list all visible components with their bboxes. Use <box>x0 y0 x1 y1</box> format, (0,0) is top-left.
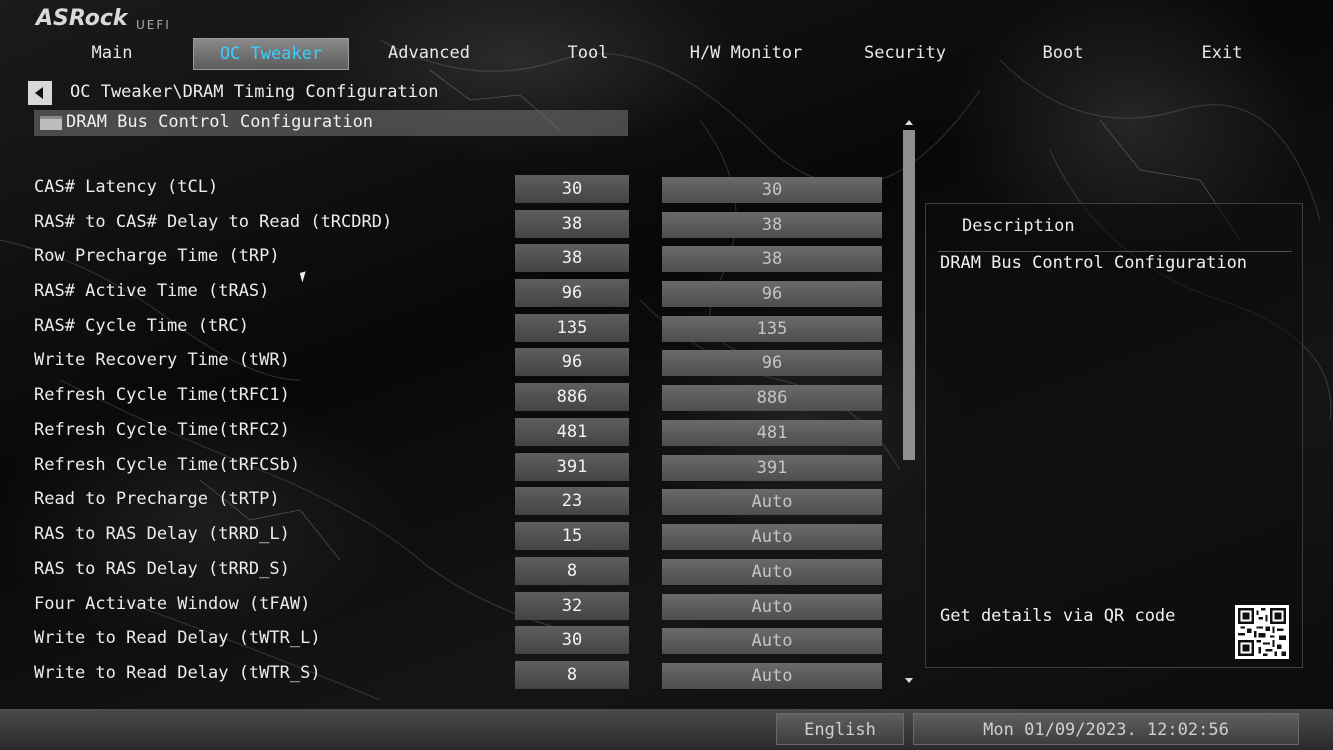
row-label: Write Recovery Time (tWR) <box>34 350 290 370</box>
row-value-field[interactable]: 96 <box>515 279 629 307</box>
table-row: Write to Read Delay (tWTR_L) 30 Auto <box>34 626 884 654</box>
scroll-down-arrow-icon[interactable] <box>902 676 916 686</box>
row-label: RAS to RAS Delay (tRRD_L) <box>34 524 290 544</box>
table-row: Read to Precharge (tRTP) 23 Auto <box>34 487 884 515</box>
table-row: Refresh Cycle Time(tRFCSb) 391 391 <box>34 453 884 481</box>
tab-boot[interactable]: Boot <box>985 38 1141 70</box>
row-label: Write to Read Delay (tWTR_S) <box>34 663 321 683</box>
row-value-field[interactable]: 96 <box>515 348 629 376</box>
row-value-field[interactable]: 30 <box>515 626 629 654</box>
row-default-value: 38 <box>662 246 882 272</box>
table-row: RAS to RAS Delay (tRRD_S) 8 Auto <box>34 557 884 585</box>
row-label: Four Activate Window (tFAW) <box>34 594 311 614</box>
table-row: RAS# Active Time (tRAS) 96 96 <box>34 279 884 307</box>
table-row: Refresh Cycle Time(tRFC2) 481 481 <box>34 418 884 446</box>
row-value-field[interactable]: 481 <box>515 418 629 446</box>
tab-main[interactable]: Main <box>34 38 190 70</box>
row-label: RAS# Active Time (tRAS) <box>34 281 270 301</box>
row-default-value: Auto <box>662 524 882 550</box>
row-default-value: 391 <box>662 455 882 481</box>
row-default-value: 30 <box>662 177 882 203</box>
row-label: CAS# Latency (tCL) <box>34 177 219 197</box>
table-row: RAS to RAS Delay (tRRD_L) 15 Auto <box>34 522 884 550</box>
breadcrumb: OC Tweaker\DRAM Timing Configuration <box>70 82 439 102</box>
tab-hw-monitor[interactable]: H/W Monitor <box>668 38 824 70</box>
description-divider <box>938 251 1292 252</box>
tab-exit[interactable]: Exit <box>1144 38 1300 70</box>
row-value-field[interactable]: 8 <box>515 557 629 585</box>
row-default-value: 96 <box>662 350 882 376</box>
row-default-value: Auto <box>662 489 882 515</box>
row-value-field[interactable]: 886 <box>515 383 629 411</box>
scroll-up-arrow-icon[interactable] <box>902 118 916 128</box>
back-arrow-button[interactable] <box>28 81 52 105</box>
status-bar: English Mon 01/09/2023. 12:02:56 <box>0 709 1333 750</box>
folder-icon <box>40 116 62 130</box>
row-label: Refresh Cycle Time(tRFCSb) <box>34 455 301 475</box>
row-value-field[interactable]: 391 <box>515 453 629 481</box>
row-default-value: 135 <box>662 316 882 342</box>
tab-advanced[interactable]: Advanced <box>351 38 507 70</box>
row-default-value: 481 <box>662 420 882 446</box>
table-row: CAS# Latency (tCL) 30 30 <box>34 175 884 203</box>
section-label: DRAM Bus Control Configuration <box>66 112 374 132</box>
row-label: Write to Read Delay (tWTR_L) <box>34 628 321 648</box>
row-label: RAS to RAS Delay (tRRD_S) <box>34 559 290 579</box>
row-value-field[interactable]: 15 <box>515 522 629 550</box>
row-value-field[interactable]: 38 <box>515 244 629 272</box>
row-default-value: 96 <box>662 281 882 307</box>
row-default-value: Auto <box>662 559 882 585</box>
row-label: Refresh Cycle Time(tRFC1) <box>34 385 290 405</box>
row-label: RAS# Cycle Time (tRC) <box>34 316 249 336</box>
row-value-field[interactable]: 23 <box>515 487 629 515</box>
table-row: Write to Read Delay (tWTR_S) 8 Auto <box>34 661 884 689</box>
datetime-display: Mon 01/09/2023. 12:02:56 <box>913 713 1299 745</box>
row-value-field[interactable]: 38 <box>515 210 629 238</box>
row-default-value: Auto <box>662 628 882 654</box>
tab-oc-tweaker[interactable]: OC Tweaker <box>193 38 349 70</box>
table-row: Write Recovery Time (tWR) 96 96 <box>34 348 884 376</box>
row-value-field[interactable]: 135 <box>515 314 629 342</box>
row-value-field[interactable]: 32 <box>515 592 629 620</box>
table-row: Row Precharge Time (tRP) 38 38 <box>34 244 884 272</box>
top-navigation: Main OC Tweaker Advanced Tool H/W Monito… <box>34 38 1302 70</box>
row-label: Row Precharge Time (tRP) <box>34 246 280 266</box>
row-default-value: Auto <box>662 663 882 689</box>
row-label: Read to Precharge (tRTP) <box>34 489 280 509</box>
tab-tool[interactable]: Tool <box>510 38 666 70</box>
row-default-value: 38 <box>662 212 882 238</box>
table-row: Refresh Cycle Time(tRFC1) 886 886 <box>34 383 884 411</box>
description-text: DRAM Bus Control Configuration <box>940 253 1248 273</box>
description-panel: Description DRAM Bus Control Configurati… <box>925 203 1303 668</box>
tab-security[interactable]: Security <box>827 38 983 70</box>
row-label: RAS# to CAS# Delay to Read (tRCDRD) <box>34 212 393 232</box>
table-row: RAS# to CAS# Delay to Read (tRCDRD) 38 3… <box>34 210 884 238</box>
uefi-label: UEFI <box>136 18 171 32</box>
description-title: Description <box>962 216 1075 236</box>
dram-bus-control-section[interactable]: DRAM Bus Control Configuration <box>34 110 628 136</box>
language-button[interactable]: English <box>776 713 904 745</box>
table-row: RAS# Cycle Time (tRC) 135 135 <box>34 314 884 342</box>
row-default-value: 886 <box>662 385 882 411</box>
asrock-logo: ASRock <box>36 6 128 31</box>
table-row: Four Activate Window (tFAW) 32 Auto <box>34 592 884 620</box>
row-default-value: Auto <box>662 594 882 620</box>
scrollbar[interactable] <box>902 118 916 686</box>
row-value-field[interactable]: 30 <box>515 175 629 203</box>
scrollbar-thumb[interactable] <box>903 130 915 460</box>
qr-code-label: Get details via QR code <box>940 606 1176 626</box>
row-label: Refresh Cycle Time(tRFC2) <box>34 420 290 440</box>
row-value-field[interactable]: 8 <box>515 661 629 689</box>
qr-code-icon <box>1235 605 1289 659</box>
